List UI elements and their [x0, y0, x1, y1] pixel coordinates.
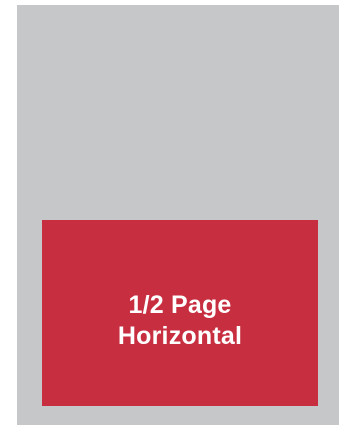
ad-size-label-line-2: Horizontal [117, 322, 243, 350]
ad-size-label: 1/2 Page Horizontal [118, 290, 242, 353]
ad-size-label-line-1: 1/2 Page [128, 290, 232, 319]
page-outline: 1/2 Page Horizontal [17, 5, 339, 425]
half-page-horizontal-ad-block: 1/2 Page Horizontal [42, 220, 318, 406]
